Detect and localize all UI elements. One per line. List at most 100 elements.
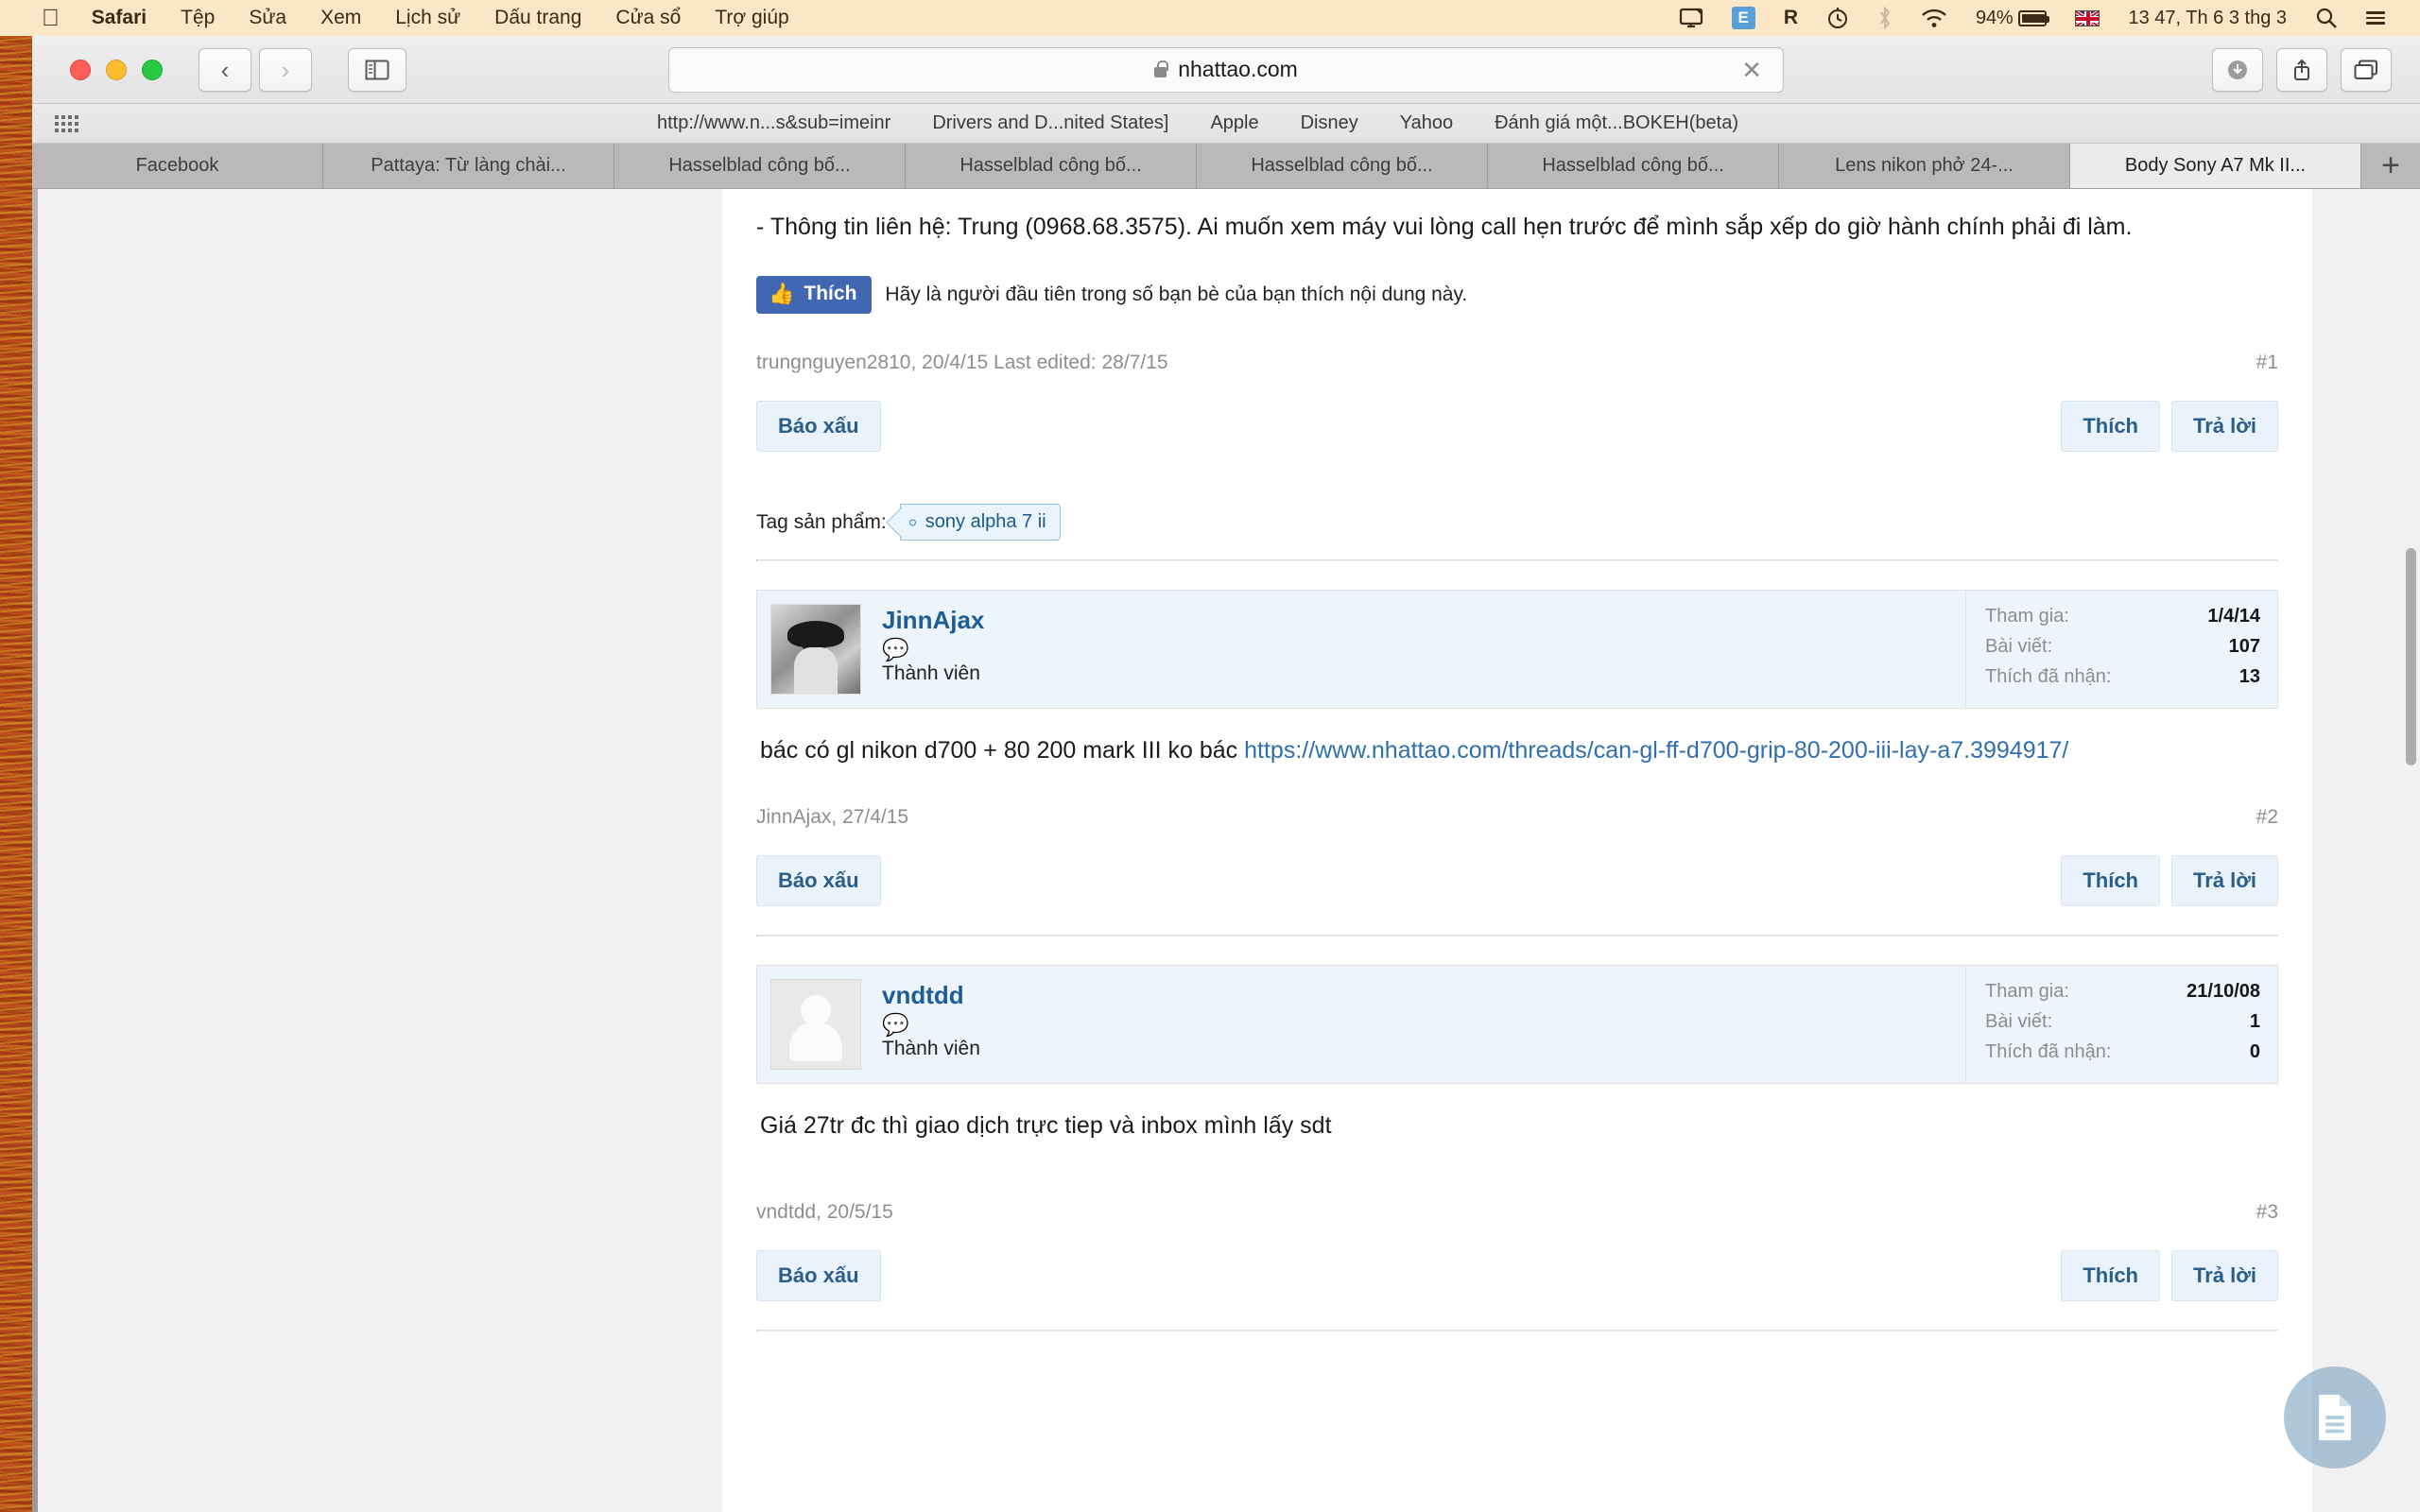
post-username[interactable]: JinnAjax [882,606,1965,635]
address-bar[interactable]: nhattao.com ✕ [668,46,1784,93]
stat-label-posts: Bài viết: [1985,1010,2053,1032]
report-button[interactable]: Báo xấu [756,854,881,906]
menu-item-window[interactable]: Cửa sổ [598,0,698,36]
conversation-bubble-icon[interactable]: 💬 [882,1013,1965,1036]
downloads-button[interactable] [2212,47,2263,92]
tab-hasselblad-1[interactable]: Hasselblad công bố... [614,144,906,188]
show-all-tabs-button[interactable] [2341,47,2392,92]
post-message-text: bác có gl nikon d700 + 80 200 mark III k… [756,709,2278,767]
product-tag-chip[interactable]: sony alpha 7 ii [899,504,1061,541]
menu-item-bookmarks[interactable]: Dấu trang [477,0,598,36]
evernote-icon[interactable]: E [1718,7,1770,29]
r-menu-icon[interactable]: R [1770,7,1812,29]
show-sidebar-icon [365,60,389,79]
apple-menu-icon[interactable]:  [32,0,75,36]
menu-item-file[interactable]: Tệp [164,0,232,36]
avatar[interactable] [770,604,861,696]
tab-hasselblad-4[interactable]: Hasselblad công bố... [1488,144,1779,188]
bookmark-item-bokeh[interactable]: Đánh giá một...BOKEH(beta) [1474,112,1759,134]
battery-percent-label: 94% [1976,7,2014,28]
tab-label: Hasselblad công bố... [1251,155,1433,176]
spotlight-search-icon[interactable] [2301,7,2352,29]
notification-center-icon[interactable] [2352,11,2399,25]
conversation-bubble-icon[interactable]: 💬 [882,639,1965,661]
share-button[interactable] [2276,47,2327,92]
like-button[interactable]: Thích [2061,1249,2160,1301]
bookmark-item-disney[interactable]: Disney [1280,112,1379,134]
post-username[interactable]: vndtdd [882,981,1965,1010]
bookmark-item-0[interactable]: http://www.n...s&sub=imeinr [636,112,911,134]
bookmark-item-apple[interactable]: Apple [1189,112,1279,134]
reply-button[interactable]: Trả lời [2171,854,2278,906]
bookmark-item-yahoo[interactable]: Yahoo [1379,112,1474,134]
maximize-window-button[interactable] [142,59,163,80]
menu-item-safari[interactable]: Safari [75,0,164,36]
show-all-tabs-icon [2354,60,2377,79]
tab-label: Lens nikon phở 24-... [1835,155,2014,176]
tab-body-sony-a7-mk-ii[interactable]: Body Sony A7 Mk II... [2070,144,2361,188]
like-button[interactable]: Thích [2061,854,2160,906]
wifi-icon[interactable] [1907,8,1962,28]
document-icon-floating-button[interactable] [2284,1366,2386,1469]
tab-pattaya[interactable]: Pattaya: Từ làng chài... [323,144,614,188]
airplay-display-icon[interactable] [1665,8,1718,28]
battery-status[interactable]: 94% [1962,8,2061,29]
minimize-window-button[interactable] [106,59,127,80]
post-meta: JinnAjax, 27/4/15 [756,805,909,828]
facebook-like-row: 👍 Thích Hãy là người đầu tiên trong số b… [756,276,2278,315]
menu-bar-items:  Safari Tệp Sửa Xem Lịch sử Dấu trang C… [0,0,806,36]
window-traffic-lights [32,59,163,80]
tab-label: Body Sony A7 Mk II... [2124,155,2307,176]
navigation-buttons: ‹ › [199,47,312,92]
menu-item-history[interactable]: Lịch sử [378,0,477,36]
menu-item-view[interactable]: Xem [303,0,378,36]
close-window-button[interactable] [70,59,91,80]
clear-x-icon[interactable]: ✕ [1741,58,1762,82]
facebook-like-button[interactable]: 👍 Thích [756,276,873,315]
product-tag-label: sony alpha 7 ii [925,511,1046,533]
bookmarks-bar: http://www.n...s&sub=imeinr Drivers and … [32,104,2420,144]
forward-button[interactable]: › [259,47,312,92]
tab-label: Hasselblad công bố... [1542,155,1724,176]
uk-flag-icon[interactable] [2061,9,2114,26]
apps-grid-icon[interactable] [32,114,78,132]
menu-bar-clock[interactable]: 13 47, Th 6 3 thg 3 [2114,8,2301,29]
post-text: bác có gl nikon d700 + 80 200 mark III k… [760,737,1245,765]
share-icon [2294,59,2309,80]
thread-content-column: - Thông tin liên hệ: Trung (0968.68.3575… [722,189,2312,1512]
stat-label-likes: Thích đã nhận: [1985,1040,2112,1062]
web-page-viewport: - Thông tin liên hệ: Trung (0968.68.3575… [32,189,2420,1512]
battery-icon [2018,9,2050,26]
report-button[interactable]: Báo xấu [756,401,881,453]
time-machine-clock-icon[interactable] [1812,7,1863,29]
tab-lens-nikon[interactable]: Lens nikon phở 24-... [1779,144,2070,188]
back-button[interactable]: ‹ [199,47,251,92]
bookmark-item-1[interactable]: Drivers and D...nited States] [911,112,1189,134]
tab-hasselblad-3[interactable]: Hasselblad công bố... [1197,144,1488,188]
post-user-title: Thành viên [882,1037,980,1059]
menu-item-edit[interactable]: Sửa [232,0,303,36]
tab-hasselblad-2[interactable]: Hasselblad công bố... [906,144,1197,188]
report-button[interactable]: Báo xấu [756,1249,881,1301]
like-button[interactable]: Thích [2061,401,2160,453]
lock-icon [1154,60,1168,77]
show-sidebar-button[interactable] [348,47,406,92]
new-tab-button[interactable]: + [2361,144,2420,188]
reply-button[interactable]: Trả lời [2171,1249,2278,1301]
avatar[interactable] [770,978,861,1070]
tab-facebook[interactable]: Facebook [32,144,323,188]
page-scrollbar-track[interactable] [2403,189,2420,1512]
stat-label-joined: Tham gia: [1985,606,2069,627]
page-scrollbar-thumb[interactable] [2406,548,2416,765]
stat-value-posts: 107 [2228,636,2260,658]
bluetooth-icon[interactable] [1863,7,1907,29]
chevron-left-icon: ‹ [220,55,230,84]
post-link[interactable]: https://www.nhattao.com/threads/can-gl-f… [1244,737,2068,764]
menu-item-help[interactable]: Trợ giúp [698,0,805,36]
browser-toolbar: ‹ › nhattao.com ✕ [32,36,2420,104]
reply-button[interactable]: Trả lời [2171,401,2278,453]
first-post-meta: trungnguyen2810, 20/4/15 Last edited: 28… [756,352,1168,374]
first-post-meta-row: trungnguyen2810, 20/4/15 Last edited: 28… [756,352,2278,374]
stat-label-posts: Bài viết: [1985,636,2053,658]
tab-label: Hasselblad công bố... [959,155,1142,176]
